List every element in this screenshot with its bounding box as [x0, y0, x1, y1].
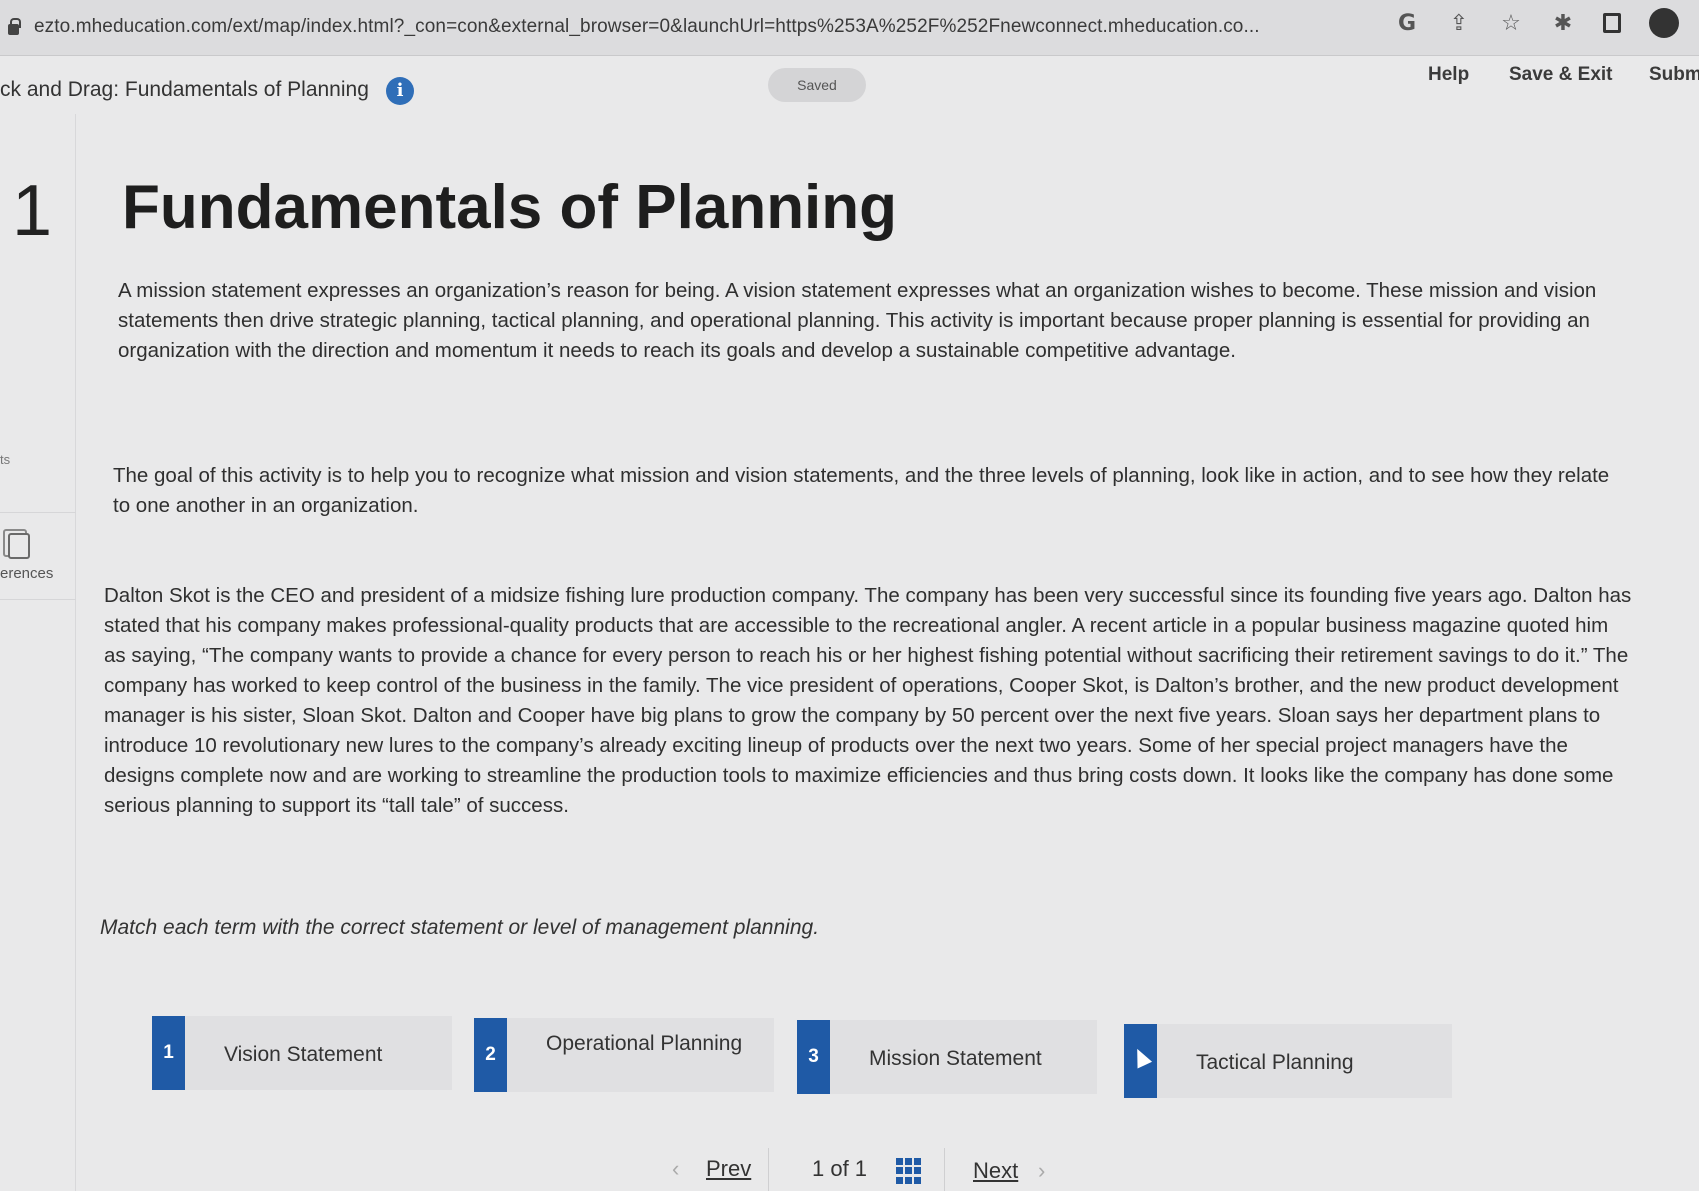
cursor-icon: [1129, 1045, 1152, 1069]
match-item-mission-statement[interactable]: 3 Mission Statement: [797, 1020, 1097, 1094]
chevron-right-icon[interactable]: ›: [1038, 1158, 1045, 1184]
match-badge: 2: [474, 1018, 507, 1092]
rail-partial-label[interactable]: ts: [0, 452, 10, 467]
extensions-icon[interactable]: ✱: [1551, 10, 1575, 36]
browser-toolbar: G ⇪ ☆ ✱: [1395, 8, 1679, 38]
scenario-paragraph: Dalton Skot is the CEO and president of …: [104, 584, 1632, 817]
assignment-title: ck and Drag: Fundamentals of Planning: [0, 78, 369, 101]
window-icon[interactable]: [1603, 13, 1621, 33]
url-text[interactable]: ezto.mheducation.com/ext/map/index.html?…: [34, 16, 1260, 38]
page-title: Fundamentals of Planning: [122, 173, 898, 242]
references-button[interactable]: erences: [0, 512, 76, 600]
next-button[interactable]: Next: [973, 1158, 1018, 1184]
grid-icon[interactable]: [896, 1158, 922, 1184]
google-icon[interactable]: G: [1395, 11, 1419, 36]
left-rail: ts erences: [0, 114, 76, 1191]
match-items-row: 1 Vision Statement 2 Operational Plannin…: [152, 1016, 1452, 1098]
match-label: Tactical Planning: [1196, 1051, 1354, 1074]
chevron-left-icon[interactable]: ‹: [672, 1156, 679, 1182]
help-button[interactable]: Help: [1428, 64, 1469, 86]
match-label: Mission Statement: [869, 1047, 1042, 1070]
references-label: erences: [0, 565, 54, 582]
references-icon: [3, 529, 30, 559]
pager-divider: [944, 1148, 945, 1191]
instruction-text: Match each term with the correct stateme…: [100, 916, 820, 939]
goal-paragraph: The goal of this activity is to help you…: [113, 464, 1610, 517]
match-badge: 3: [797, 1020, 830, 1094]
match-label: Vision Statement: [224, 1043, 383, 1066]
question-number: 1: [12, 171, 53, 251]
submit-button[interactable]: Subm: [1649, 64, 1699, 86]
share-icon[interactable]: ⇪: [1447, 10, 1471, 36]
lock-icon: [8, 18, 21, 35]
match-item-tactical-planning[interactable]: Tactical Planning: [1124, 1024, 1452, 1098]
browser-address-bar: ezto.mheducation.com/ext/map/index.html?…: [0, 0, 1699, 56]
pager-divider: [768, 1148, 769, 1191]
match-badge-cursor: [1124, 1024, 1157, 1098]
save-exit-button[interactable]: Save & Exit: [1509, 64, 1613, 86]
match-badge: 1: [152, 1016, 185, 1090]
info-icon[interactable]: i: [386, 77, 414, 105]
intro-paragraph: A mission statement expresses an organiz…: [118, 279, 1597, 362]
match-label: Operational Planning: [546, 1032, 743, 1055]
bookmark-star-icon[interactable]: ☆: [1499, 10, 1523, 36]
match-item-operational-planning[interactable]: 2 Operational Planning: [474, 1018, 774, 1092]
saved-status-badge: Saved: [768, 68, 866, 102]
match-item-vision-statement[interactable]: 1 Vision Statement: [152, 1016, 452, 1090]
profile-avatar[interactable]: [1649, 8, 1679, 38]
prev-button[interactable]: Prev: [706, 1156, 751, 1182]
page-info: 1 of 1: [812, 1156, 868, 1181]
